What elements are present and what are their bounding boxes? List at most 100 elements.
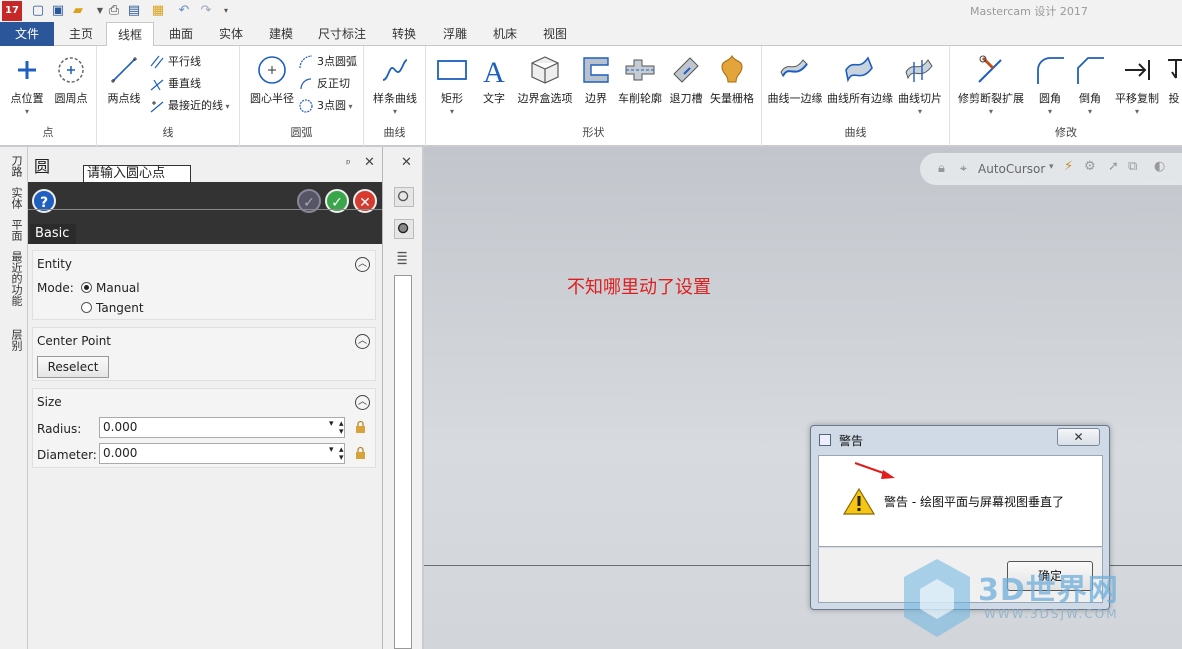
side-tab-recent-functions[interactable]: 最近的功能	[6, 251, 23, 306]
dialog-close-button[interactable]: ✕	[1057, 428, 1100, 446]
diameter-spinner-icon[interactable]: ▴ ▾	[339, 446, 344, 463]
properties-icon[interactable]: ▦	[150, 3, 166, 19]
tab-transform[interactable]: 转换	[380, 22, 428, 46]
circle-center-radius-button[interactable]: 圆心半径	[248, 54, 296, 116]
two-point-line-button[interactable]: 两点线	[103, 54, 145, 116]
spline-button[interactable]: 样条曲线 ▾	[370, 54, 420, 116]
circle-outline-icon	[397, 190, 409, 202]
diameter-input[interactable]: 0.000	[99, 443, 345, 464]
chamfer-button[interactable]: 倒角 ▾	[1072, 54, 1108, 116]
tangent-arc-button[interactable]: 反正切	[298, 74, 350, 94]
pin-icon[interactable]: ᵖ	[346, 157, 351, 170]
chevron-down-icon: ▾	[988, 107, 993, 116]
watermark-text: 3D世界网	[978, 573, 1119, 608]
collapse-size-button[interactable]: ︿	[355, 395, 370, 410]
tab-view[interactable]: 视图	[532, 22, 578, 46]
watermark-url: WWW.3DSJW.COM	[984, 607, 1119, 621]
fillet-button[interactable]: 圆角 ▾	[1032, 54, 1068, 116]
filter-icon[interactable]: ◐	[1154, 159, 1165, 174]
save-icon[interactable]: ▣	[50, 3, 66, 19]
tab-solids[interactable]: 实体	[208, 22, 254, 46]
tab-file[interactable]: 文件	[0, 22, 54, 46]
prompt-tooltip: 请输入圆心点	[83, 165, 191, 183]
panel-close-button[interactable]: ✕	[364, 155, 375, 170]
cursor-icon[interactable]: ⌖	[960, 161, 967, 176]
lathe-profile-button[interactable]: 车削轮廓	[616, 54, 664, 116]
warning-icon	[843, 487, 875, 515]
chevron-down-icon[interactable]: ▾	[1049, 162, 1054, 172]
list-button[interactable]	[394, 249, 414, 269]
circle-point-button[interactable]: 圆周点	[50, 54, 92, 116]
relief-groove-button[interactable]: 退刀槽	[666, 54, 706, 116]
translate-copy-button[interactable]: 平移复制 ▾	[1112, 54, 1162, 116]
select-mode-button[interactable]	[394, 187, 414, 207]
gear-icon[interactable]: ⚙	[1084, 159, 1096, 174]
vector-grid-button[interactable]: 矢量栅格	[708, 54, 756, 116]
curve-one-edge-button[interactable]: 曲线一边缘	[766, 54, 824, 116]
tab-basic[interactable]: Basic	[30, 224, 76, 244]
mode-manual-radio[interactable]: Manual	[81, 281, 140, 295]
point-position-button[interactable]: 点位置 ▾	[6, 54, 48, 116]
chevron-down-icon: ▾	[1047, 107, 1052, 116]
tab-drafting[interactable]: 尺寸标注	[310, 22, 374, 46]
app-logo[interactable]: 17	[2, 1, 22, 21]
trim-break-extend-button[interactable]: 修剪断裂扩展 ▾	[956, 54, 1026, 116]
tab-underline	[28, 209, 382, 210]
radius-spinner-icon[interactable]: ▴ ▾	[339, 420, 344, 437]
parallel-line-button[interactable]: 平行线	[149, 52, 201, 72]
collapse-entity-button[interactable]: ︿	[355, 257, 370, 272]
select-all-icon[interactable]: ⧉	[1128, 159, 1137, 174]
lock-icon[interactable]: 🔒︎	[938, 161, 945, 176]
chamfer-icon	[1077, 57, 1104, 84]
panel-title: 圆	[34, 157, 51, 176]
new-file-icon[interactable]: ▢	[30, 3, 46, 19]
collapse-center-point-button[interactable]: ︿	[355, 334, 370, 349]
center-point-section: Center Point ︿ Reselect	[32, 327, 376, 381]
three-point-arc-button[interactable]: 3点圆弧	[298, 52, 357, 72]
undo-icon[interactable]: ↶	[176, 3, 192, 19]
print-icon[interactable]: ⎙	[106, 3, 122, 19]
rectangle-button[interactable]: 矩形 ▾	[434, 54, 470, 116]
boundary-icon	[583, 57, 609, 83]
tab-machine[interactable]: 机床	[482, 22, 528, 46]
tab-wireframe[interactable]: 线框	[106, 22, 154, 47]
side-tab-planes[interactable]: 平面	[6, 219, 23, 241]
tab-surfaces[interactable]: 曲面	[158, 22, 204, 46]
project-button[interactable]: 投	[1166, 54, 1182, 116]
customize-arrow-icon[interactable]: ▾	[218, 3, 234, 19]
select-solid-button[interactable]	[394, 219, 414, 239]
radius-lock-icon[interactable]	[355, 420, 366, 434]
section-title: Size	[37, 395, 62, 409]
side-tab-toolpaths[interactable]: 刀路	[6, 155, 23, 177]
open-folder-icon[interactable]: ▰	[70, 3, 86, 19]
arc-icon	[299, 55, 313, 69]
diameter-lock-icon[interactable]	[355, 446, 366, 460]
tab-home[interactable]: 主页	[58, 22, 104, 46]
point-plus-icon	[18, 61, 36, 79]
chevron-down-icon: ▾	[917, 107, 922, 116]
redo-icon[interactable]: ↷	[198, 3, 214, 19]
tab-model-prep[interactable]: 建模	[258, 22, 304, 46]
radius-input[interactable]: 0.000	[99, 417, 345, 438]
mid-scroll-area[interactable]	[394, 275, 412, 649]
mid-close-button[interactable]: ✕	[401, 155, 412, 170]
curve-all-edges-button[interactable]: 曲线所有边缘	[826, 54, 894, 116]
curve-slice-button[interactable]: 曲线切片 ▾	[896, 54, 944, 116]
lightning-icon[interactable]: ⚡	[1064, 159, 1073, 174]
tab-relief[interactable]: 浮雕	[432, 22, 478, 46]
side-tab-solids[interactable]: 实体	[6, 187, 23, 209]
closest-line-button[interactable]: 最接近的线 ▾	[149, 96, 230, 116]
side-tab-levels[interactable]: 层别	[6, 329, 23, 351]
radius-dropdown-icon[interactable]: ▾	[329, 420, 334, 429]
diameter-dropdown-icon[interactable]: ▾	[329, 446, 334, 455]
autocursor-dropdown[interactable]: AutoCursor	[978, 162, 1045, 176]
reselect-button[interactable]: Reselect	[37, 356, 109, 378]
mode-tangent-radio[interactable]: Tangent	[81, 301, 144, 315]
pointer-icon[interactable]: ➚	[1108, 159, 1119, 174]
text-button[interactable]: A 文字	[476, 54, 512, 116]
boundary-button[interactable]: 边界	[578, 54, 614, 116]
bounding-box-button[interactable]: 边界盒选项	[514, 54, 576, 116]
save-as-icon[interactable]: ▤	[126, 3, 142, 19]
perpendicular-line-button[interactable]: 垂直线	[149, 74, 201, 94]
three-point-circle-button[interactable]: 3点圆 ▾	[298, 96, 353, 116]
